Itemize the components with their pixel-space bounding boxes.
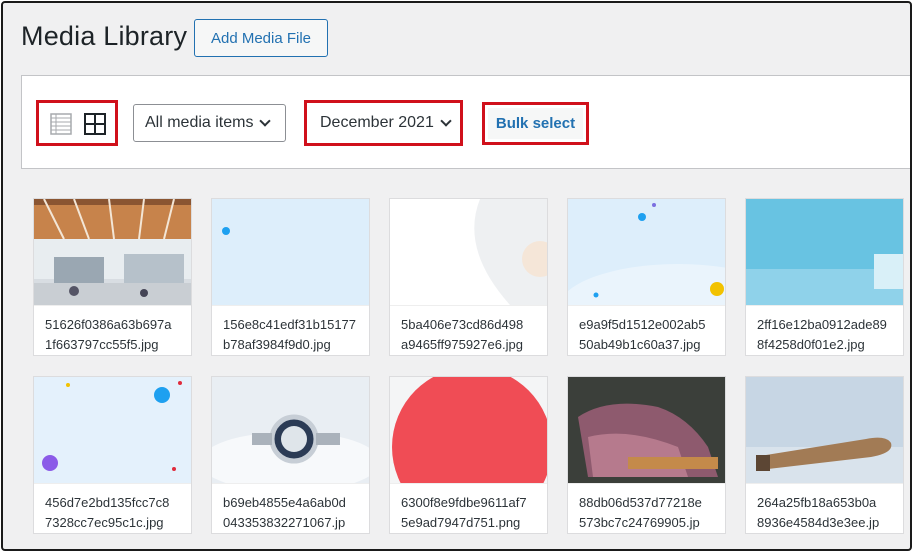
chevron-down-icon	[259, 114, 272, 127]
grid-view-icon[interactable]	[84, 113, 106, 135]
media-item[interactable]: 264a25fb18a653b0a 8936e4584d3e3ee.jp	[745, 376, 904, 534]
filename-line: 264a25fb18a653b0a	[757, 495, 877, 510]
watch-in-snow-thumbnail	[212, 377, 369, 483]
boots-thumbnail	[568, 377, 725, 483]
media-item[interactable]: 6300f8e9fdbe9611af7 5e9ad7947d751.png	[389, 376, 548, 534]
media-filename: b69eb4855e4a6ab0d 043353832271067.jp	[212, 483, 369, 533]
abstract-dots-thumbnail	[568, 199, 725, 305]
filename-line: 6300f8e9fdbe9611af7	[401, 495, 527, 510]
filename-line: 8936e4584d3e3ee.jp	[757, 515, 880, 530]
media-type-filter[interactable]: All media items	[133, 104, 286, 142]
filename-line: e9a9f5d1512e002ab5	[579, 317, 706, 332]
filename-line: 043353832271067.jp	[223, 515, 346, 530]
chevron-down-icon	[440, 114, 452, 127]
media-filename: 5ba406e73cd86d498 a9465ff975927e6.jpg	[390, 305, 547, 355]
filename-line: 5e9ad7947d751.png	[401, 515, 521, 530]
media-item[interactable]: 5ba406e73cd86d498 a9465ff975927e6.jpg	[389, 198, 548, 356]
media-filename: 156e8c41edf31b15177 b78af3984f9d0.jpg	[212, 305, 369, 355]
office-photo-thumbnail	[34, 199, 191, 305]
media-filename: e9a9f5d1512e002ab5 50ab49b1c60a37.jpg	[568, 305, 725, 355]
filename-line: b78af3984f9d0.jpg	[223, 337, 331, 352]
filename-line: 50ab49b1c60a37.jpg	[579, 337, 701, 352]
filename-line: a9465ff975927e6.jpg	[401, 337, 523, 352]
media-filename: 88db06d537d77218e 573bc7c24769905.jp	[568, 483, 725, 533]
filename-line: 51626f0386a63b697a	[45, 317, 172, 332]
media-filename: 2ff16e12ba0912ade89 8f4258d0f01e2.jpg	[746, 305, 903, 355]
wooden-object-thumbnail	[746, 377, 903, 483]
media-item[interactable]: 456d7e2bd135fcc7c8 7328cc7ec95c1c.jpg	[33, 376, 192, 534]
filename-line: 573bc7c24769905.jp	[579, 515, 700, 530]
abstract-curve-thumbnail	[390, 199, 547, 305]
media-toolbar: All media items December 2021 Bulk selec…	[21, 75, 910, 169]
filename-line: b69eb4855e4a6ab0d	[223, 495, 346, 510]
media-filename: 264a25fb18a653b0a 8936e4584d3e3ee.jp	[746, 483, 903, 533]
media-filename: 456d7e2bd135fcc7c8 7328cc7ec95c1c.jpg	[34, 483, 191, 533]
list-view-icon[interactable]	[50, 113, 72, 135]
filename-line: 456d7e2bd135fcc7c8	[45, 495, 170, 510]
page-title: Media Library	[21, 21, 188, 51]
filename-line: 88db06d537d77218e	[579, 495, 702, 510]
media-item[interactable]: 51626f0386a63b697a 1f663797cc55f5.jpg	[33, 198, 192, 356]
red-circle-thumbnail	[390, 377, 547, 483]
media-item[interactable]: b69eb4855e4a6ab0d 043353832271067.jp	[211, 376, 370, 534]
date-filter[interactable]: December 2021	[311, 107, 456, 139]
filename-line: 8f4258d0f01e2.jpg	[757, 337, 865, 352]
media-type-filter-label: All media items	[145, 114, 254, 131]
media-item[interactable]: 88db06d537d77218e 573bc7c24769905.jp	[567, 376, 726, 534]
filename-line: 156e8c41edf31b15177	[223, 317, 357, 332]
filename-line: 1f663797cc55f5.jpg	[45, 337, 159, 352]
media-item[interactable]: 156e8c41edf31b15177 b78af3984f9d0.jpg	[211, 198, 370, 356]
media-item[interactable]: 2ff16e12ba0912ade89 8f4258d0f01e2.jpg	[745, 198, 904, 356]
add-media-file-button[interactable]: Add Media File	[194, 19, 328, 57]
media-library-window: Media Library Add Media File All media i…	[1, 1, 912, 551]
blue-scene-thumbnail	[746, 199, 903, 305]
abstract-dots-thumbnail	[34, 377, 191, 483]
filename-line: 2ff16e12ba0912ade89	[757, 317, 887, 332]
date-filter-highlight: December 2021	[304, 100, 463, 146]
filename-line: 5ba406e73cd86d498	[401, 317, 524, 332]
media-item[interactable]: e9a9f5d1512e002ab5 50ab49b1c60a37.jpg	[567, 198, 726, 356]
abstract-dots-thumbnail	[212, 199, 369, 305]
view-switch-highlight	[36, 100, 118, 146]
date-filter-label: December 2021	[320, 114, 434, 131]
media-filename: 51626f0386a63b697a 1f663797cc55f5.jpg	[34, 305, 191, 355]
bulk-select-button[interactable]: Bulk select	[488, 108, 583, 139]
media-filename: 6300f8e9fdbe9611af7 5e9ad7947d751.png	[390, 483, 547, 533]
bulk-select-highlight: Bulk select	[482, 102, 589, 145]
filename-line: 7328cc7ec95c1c.jpg	[45, 515, 164, 530]
